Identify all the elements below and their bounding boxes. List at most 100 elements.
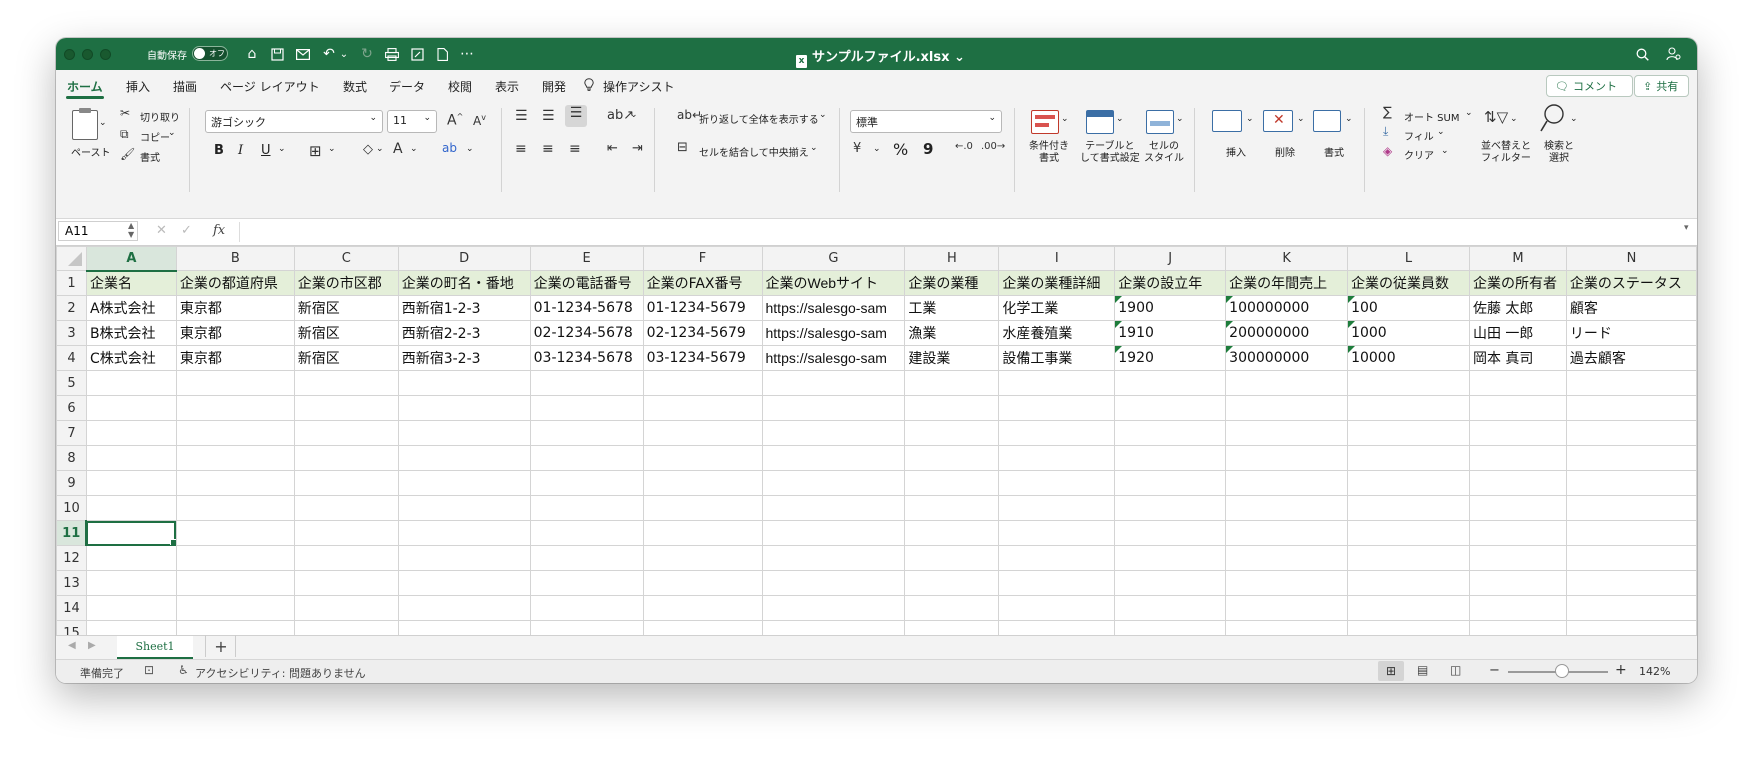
clear-chevron-icon[interactable]: ⌄ [1441,146,1449,156]
autosave-toggle[interactable]: オフ [192,46,228,61]
column-header-j[interactable]: J [1114,246,1227,271]
cell-g11[interactable] [761,520,906,546]
format-label[interactable]: 書式 [1324,144,1344,159]
cell-h9[interactable] [904,470,1000,496]
tab-draw[interactable]: 描画 [173,78,197,95]
cell-j6[interactable] [1114,395,1227,421]
conditional-formatting-label[interactable]: 条件付き 書式 [1029,141,1069,165]
cell-c9[interactable] [293,470,399,496]
add-sheet-button[interactable]: + [208,637,234,656]
cell-e12[interactable] [529,545,644,571]
cell-b5[interactable] [175,370,295,396]
cell-g9[interactable] [761,470,906,496]
cell-h10[interactable] [904,495,1000,521]
cell-m12[interactable] [1468,545,1567,571]
cell-n9[interactable] [1565,470,1697,496]
percent-button[interactable]: % [893,140,908,159]
name-box-stepper-icon[interactable]: ▲ ▼ [128,221,134,239]
row-header-2[interactable]: 2 [56,295,87,321]
cell-l2[interactable]: 100 [1347,295,1470,321]
row-header-10[interactable]: 10 [56,495,87,521]
cell-d11[interactable] [397,520,531,546]
sheet-tab-sheet1[interactable]: Sheet1 [117,636,193,659]
cell-d2[interactable]: 西新宿1-2-3 [397,295,531,321]
row-header-11[interactable]: 11 [56,520,88,546]
align-right-icon[interactable]: ≡ [569,141,581,157]
cell-j5[interactable] [1114,370,1227,396]
cell-g1[interactable]: 企業のWebサイト [761,270,906,296]
row-header-8[interactable]: 8 [56,445,87,471]
fill-color-icon[interactable]: ◇ [363,142,373,157]
normal-view-icon[interactable]: ⊞ [1378,661,1404,681]
delete-label[interactable]: 削除 [1275,144,1295,159]
currency-icon[interactable]: ¥ [853,141,861,156]
column-header-h[interactable]: H [904,246,1000,271]
underline-chevron-icon[interactable]: ⌄ [278,144,286,154]
tell-me[interactable]: 操作アシスト [603,78,675,95]
delete-chevron-icon[interactable]: ⌄ [1297,114,1305,124]
tab-formulas[interactable]: 数式 [343,78,367,95]
copy-label[interactable]: コピー [140,129,170,144]
phonetic-icon[interactable]: ab [442,141,457,155]
cell-j8[interactable] [1114,445,1227,471]
cell-h11[interactable] [904,520,1000,546]
cell-b8[interactable] [175,445,295,471]
next-sheet-icon[interactable]: ▶ [88,640,96,651]
paste-chevron-icon[interactable]: ⌄ [99,118,107,128]
enter-icon[interactable]: ✓ [181,223,192,238]
column-header-g[interactable]: G [761,246,906,271]
insert-chevron-icon[interactable]: ⌄ [1246,114,1254,124]
cell-k8[interactable] [1225,445,1349,471]
close-window-button[interactable] [64,49,75,60]
column-header-a[interactable]: A [85,246,177,272]
cell-l8[interactable] [1347,445,1470,471]
cell-k6[interactable] [1225,395,1349,421]
cell-a10[interactable] [85,495,177,521]
cell-styles-chevron-icon[interactable]: ⌄ [1176,114,1184,124]
fill-label[interactable]: フィル [1404,128,1434,143]
cell-i9[interactable] [998,470,1116,496]
row-header-12[interactable]: 12 [56,545,87,571]
font-size-select[interactable]: 11 ⌄ [387,110,437,133]
merge-chevron-icon[interactable]: ⌄ [810,143,818,153]
delete-cells-icon[interactable]: ✕ [1263,110,1293,132]
name-box[interactable] [58,221,138,241]
cell-k2[interactable]: 100000000 [1225,295,1349,321]
cell-a8[interactable] [85,445,177,471]
cell-c4[interactable]: 新宿区 [293,345,399,371]
cell-m7[interactable] [1468,420,1567,446]
sort-filter-icon[interactable]: ⇅▽ [1484,108,1508,126]
cell-c3[interactable]: 新宿区 [293,320,399,346]
cell-n8[interactable] [1565,445,1697,471]
format-cells-icon[interactable] [1313,110,1341,132]
cell-k10[interactable] [1225,495,1349,521]
cell-e10[interactable] [529,495,644,521]
number-format-select[interactable]: 標準 ⌄ [850,110,1002,133]
orientation-chevron-icon[interactable]: ⌄ [630,110,638,120]
align-center-icon[interactable]: ≡ [542,141,554,157]
tab-data[interactable]: データ [389,78,425,95]
cell-b11[interactable] [175,520,295,546]
cell-e11[interactable] [529,520,644,546]
cell-d10[interactable] [397,495,531,521]
row-header-4[interactable]: 4 [56,345,87,371]
comment-button[interactable]: 🗨 コメント [1546,75,1633,97]
column-header-b[interactable]: B [175,246,295,271]
cell-n12[interactable] [1565,545,1697,571]
format-as-table-icon[interactable] [1086,110,1114,134]
bold-button[interactable]: B [214,143,224,158]
conditional-formatting-icon[interactable] [1031,110,1059,134]
insert-label[interactable]: 挿入 [1226,144,1246,159]
account-icon[interactable] [1663,44,1683,64]
cell-h4[interactable]: 建設業 [904,345,1000,371]
cell-n14[interactable] [1565,595,1697,621]
cell-l7[interactable] [1347,420,1470,446]
find-chevron-icon[interactable]: ⌄ [1570,114,1578,124]
column-header-d[interactable]: D [397,246,531,271]
cell-i11[interactable] [998,520,1116,546]
cell-styles-icon[interactable] [1146,110,1174,134]
cell-i7[interactable] [998,420,1116,446]
row-header-7[interactable]: 7 [56,420,87,446]
cell-b14[interactable] [175,595,295,621]
cell-g12[interactable] [761,545,906,571]
